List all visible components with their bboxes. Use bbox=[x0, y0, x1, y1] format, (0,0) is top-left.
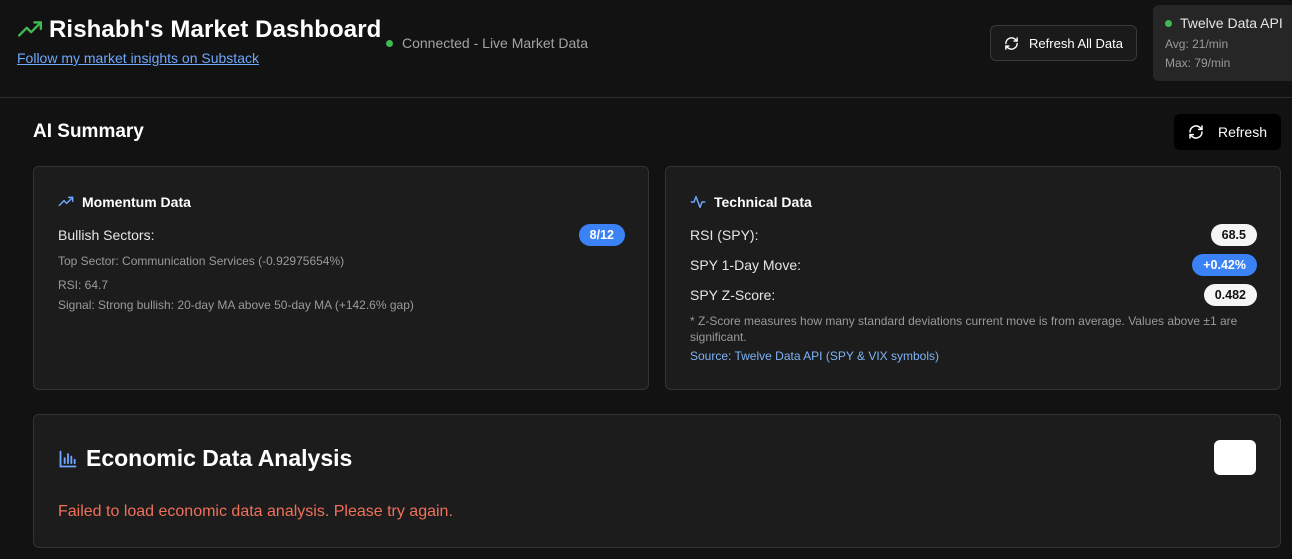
api-max: Max: 79/min bbox=[1165, 56, 1231, 70]
economic-action-button[interactable] bbox=[1214, 440, 1256, 475]
ai-summary-title: AI Summary bbox=[33, 121, 144, 142]
bullish-sectors-badge: 8/12 bbox=[578, 224, 625, 246]
refresh-all-label: Refresh All Data bbox=[1029, 35, 1123, 51]
refresh-all-button[interactable]: Refresh All Data bbox=[990, 25, 1137, 61]
data-source-text: Source: Twelve Data API (SPY & VIX symbo… bbox=[690, 349, 939, 363]
api-avg: Avg: 21/min bbox=[1165, 37, 1229, 51]
zscore-footnote: * Z-Score measures how many standard dev… bbox=[690, 314, 1238, 344]
substack-link[interactable]: Follow my market insights on Substack bbox=[17, 50, 381, 66]
page-title: Rishabh's Market Dashboard bbox=[49, 16, 382, 43]
ai-summary-refresh-button[interactable]: Refresh bbox=[1174, 114, 1281, 150]
spy-move-label: SPY 1-Day Move: bbox=[690, 257, 802, 273]
economic-error-message: Failed to load economic data analysis. P… bbox=[58, 503, 453, 520]
activity-icon bbox=[690, 194, 706, 210]
spy-zscore-badge: 0.482 bbox=[1203, 284, 1257, 306]
dashboard-header: Rishabh's Market Dashboard Follow my mar… bbox=[0, 0, 1292, 98]
refresh-icon bbox=[1188, 124, 1204, 140]
api-status-dot-icon bbox=[1165, 19, 1172, 27]
rsi-spy-label: RSI (SPY): bbox=[690, 227, 759, 243]
technical-card: Technical Data RSI (SPY): 68.5 SPY 1-Day… bbox=[665, 166, 1281, 390]
rsi-text: RSI: 64.7 bbox=[58, 278, 109, 292]
momentum-title: Momentum Data bbox=[82, 194, 191, 210]
economic-title: Economic Data Analysis bbox=[86, 445, 353, 471]
momentum-card: Momentum Data Bullish Sectors: 8/12 Top … bbox=[33, 166, 649, 390]
trending-up-icon bbox=[58, 194, 74, 210]
api-usage-card: Twelve Data API Avg: 21/min Max: 79/min bbox=[1153, 5, 1292, 81]
signal-text: Signal: Strong bullish: 20-day MA above … bbox=[58, 298, 414, 312]
api-name: Twelve Data API bbox=[1180, 15, 1283, 31]
brand: Rishabh's Market Dashboard Follow my mar… bbox=[17, 16, 381, 66]
bullish-sectors-label: Bullish Sectors: bbox=[58, 227, 155, 243]
economic-card: Economic Data Analysis Failed to load ec… bbox=[33, 414, 1281, 548]
rsi-spy-badge: 68.5 bbox=[1210, 224, 1257, 246]
refresh-icon bbox=[1004, 36, 1019, 51]
spy-zscore-label: SPY Z-Score: bbox=[690, 287, 776, 303]
technical-title: Technical Data bbox=[714, 194, 812, 210]
status-dot-icon bbox=[386, 39, 393, 47]
connection-status: Connected - Live Market Data bbox=[386, 35, 588, 51]
connection-status-text: Connected - Live Market Data bbox=[402, 35, 588, 51]
spy-move-badge: +0.42% bbox=[1192, 254, 1257, 276]
top-sector-text: Top Sector: Communication Services (-0.9… bbox=[58, 254, 345, 268]
trending-up-icon bbox=[17, 17, 43, 43]
ai-summary-refresh-label: Refresh bbox=[1217, 124, 1268, 140]
bar-chart-icon bbox=[58, 449, 78, 469]
